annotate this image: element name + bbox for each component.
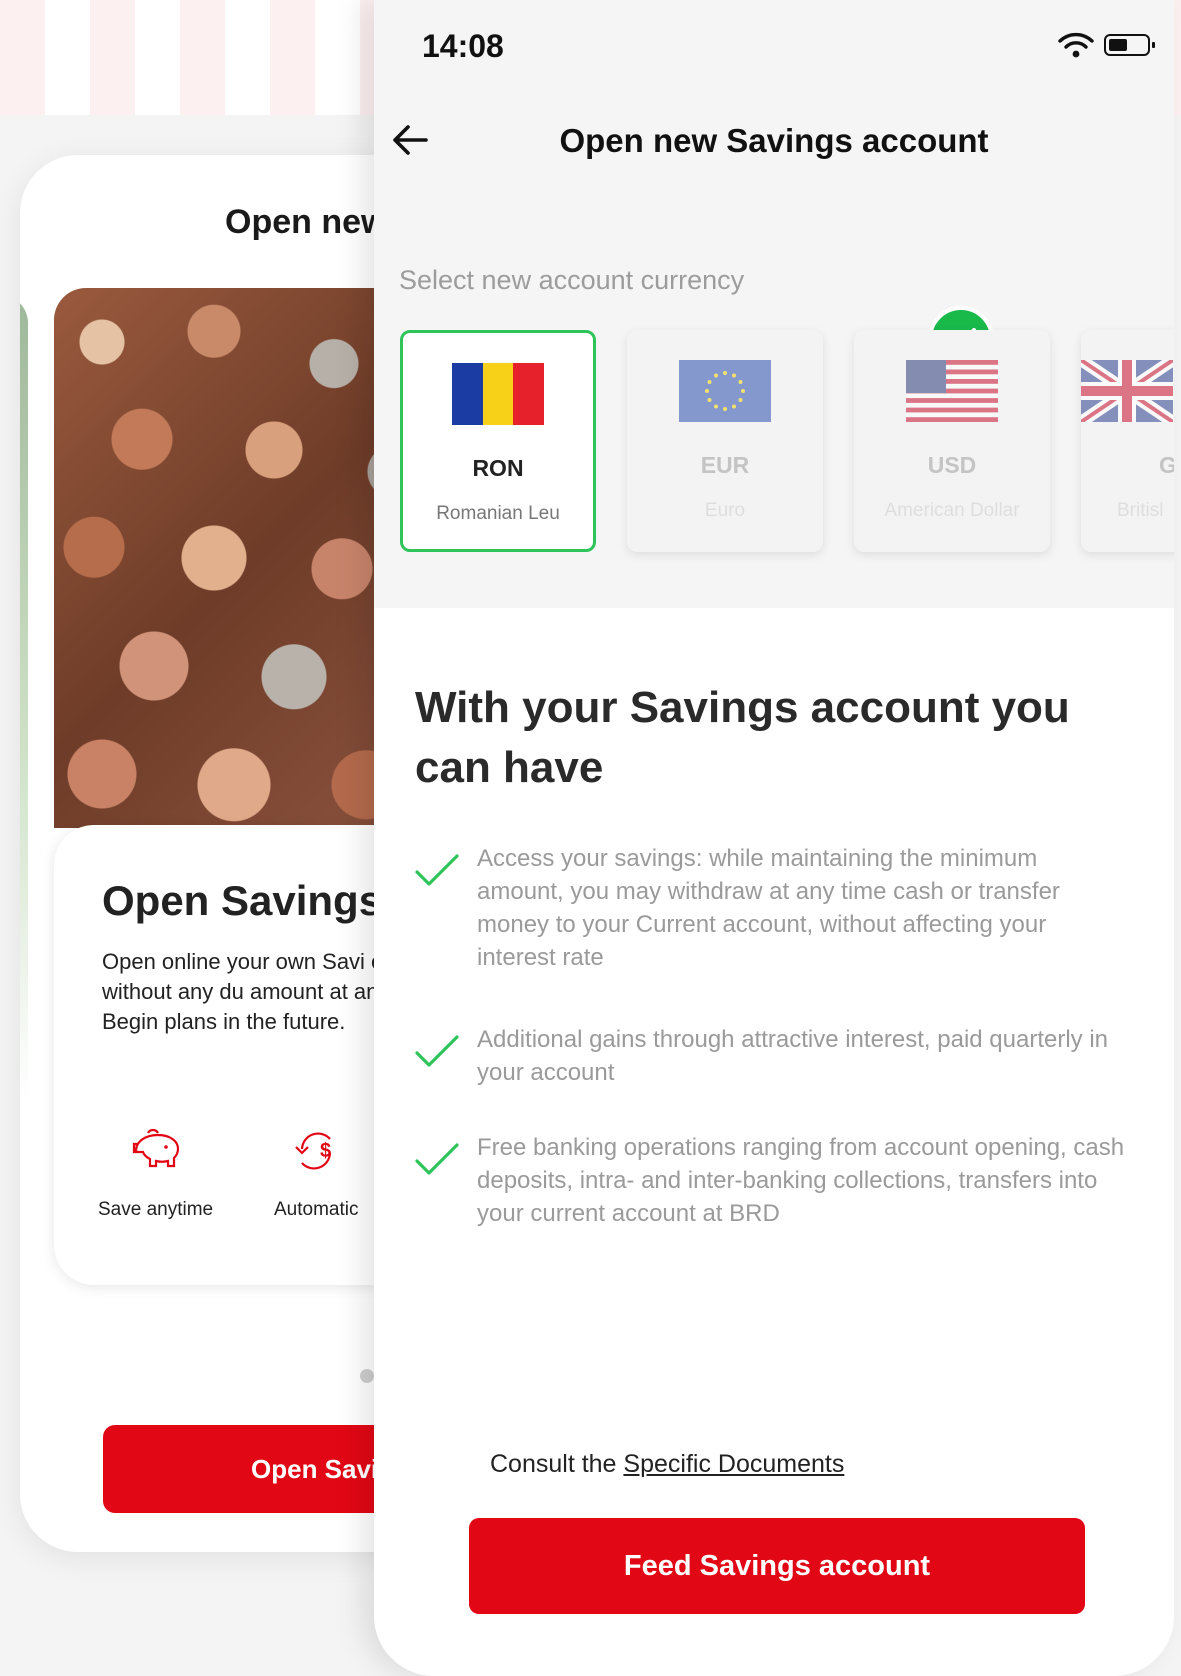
page-title: Open new Savings account [559, 122, 989, 159]
currency-card-eur[interactable]: EUR Euro [627, 330, 823, 552]
checkmark-icon [415, 1035, 459, 1067]
currency-section-label: Select new account currency [399, 265, 745, 295]
wifi-icon [1058, 32, 1094, 58]
feature-label: Automatic [274, 1199, 359, 1220]
specific-documents-link[interactable]: Specific Documents [623, 1450, 844, 1478]
eu-flag-icon [679, 360, 771, 422]
feature-save-anytime: Save anytime [98, 1125, 213, 1221]
benefits-heading: With your Savings account you can have [415, 683, 1070, 792]
currency-selection-area: 14:08 Open new Savings account Select ne… [374, 0, 1174, 608]
benefit-text: Additional gains through attractive inte… [477, 1026, 1109, 1086]
carousel-dot [360, 1369, 374, 1383]
card-title: Open Savings a [102, 877, 418, 924]
back-screen-title: Open new [225, 203, 388, 241]
checkmark-icon [415, 854, 459, 886]
currency-name: Euro [704, 500, 746, 521]
checkmark-icon [415, 1143, 459, 1175]
currency-code: EUR [700, 452, 750, 478]
benefit-text: Access your savings: while maintaining t… [477, 845, 1060, 971]
feed-savings-account-button-label: Feed Savings account [623, 1550, 931, 1582]
battery-icon [1104, 34, 1155, 56]
currency-code: RON [472, 455, 524, 481]
benefit-text: Free banking operations ranging from acc… [477, 1134, 1125, 1227]
feature-label: Save anytime [98, 1199, 214, 1220]
svg-text:$: $ [320, 1140, 331, 1162]
peek-card [20, 295, 28, 1445]
currency-card-gbp[interactable]: G Britisl [1081, 330, 1174, 552]
piggy-bank-icon [132, 1128, 179, 1168]
consult-prefix: Consult the [490, 1450, 624, 1478]
usa-flag-icon [906, 360, 998, 422]
currency-name: Romanian Leu [436, 503, 560, 524]
currency-code: G [1159, 452, 1174, 478]
feed-savings-account-button[interactable]: Feed Savings account [469, 1518, 1085, 1614]
consult-documents-text: Consult the Specific Documents [490, 1450, 844, 1479]
currency-name: American Dollar [884, 500, 1020, 521]
auto-transfer-icon: $ [295, 1132, 331, 1170]
romania-flag-icon [452, 363, 544, 425]
currency-name: Britisl [1117, 500, 1164, 521]
main-phone-screen: 14:08 Open new Savings account Select ne… [374, 0, 1174, 1676]
currency-card-ron[interactable]: RON Romanian Leu [400, 330, 596, 552]
uk-flag-icon [1081, 360, 1173, 422]
currency-code: USD [927, 452, 977, 478]
feature-automatic: $ Automatic [274, 1125, 358, 1221]
currency-card-usd[interactable]: USD American Dollar [854, 330, 1050, 552]
open-savings-button-label: Open Savi [251, 1454, 379, 1484]
status-time: 14:08 [422, 28, 504, 64]
